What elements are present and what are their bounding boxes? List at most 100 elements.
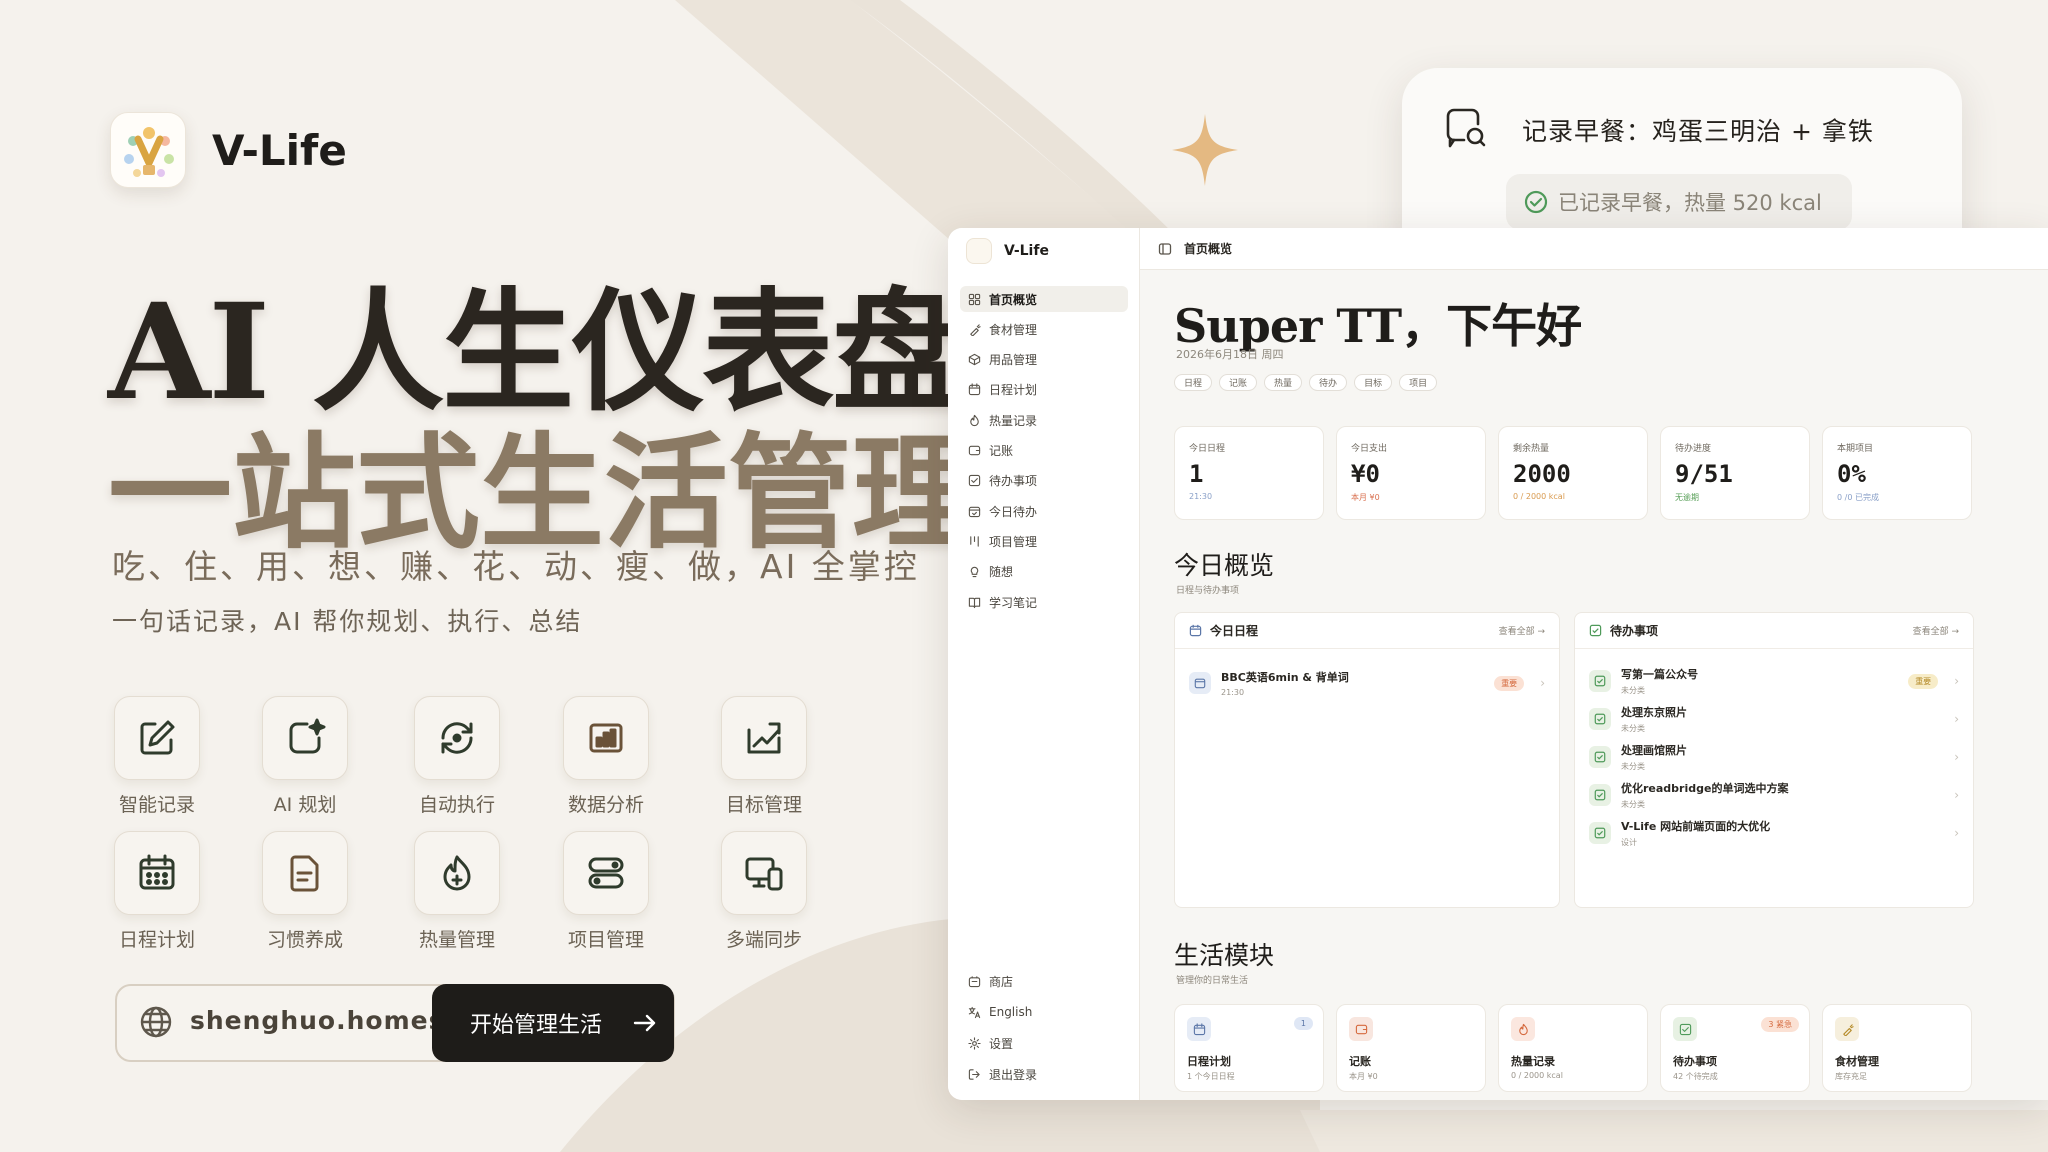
start-button[interactable]: 开始管理生活 [432,984,674,1062]
stat-value: ¥0 [1351,460,1380,488]
checkbox-icon[interactable] [1589,708,1611,730]
wallet-icon [968,445,981,456]
feature-label: 习惯养成 [266,929,343,951]
sidebar-item[interactable]: English [960,999,1128,1025]
sidebar-item[interactable]: 随想 [960,559,1128,585]
sidebar-toggle-icon[interactable] [1158,242,1172,256]
sidebar-item[interactable]: 日程计划 [960,377,1128,403]
flame-icon [970,414,979,426]
wallet-icon [1355,1024,1367,1034]
sidebar-item[interactable]: 用品管理 [960,347,1128,373]
sidebar-item-label: 待办事项 [989,474,1038,489]
todo-title: 处理东京照片 [1621,706,1687,719]
sidebar-item[interactable]: 今日待办 [960,498,1128,524]
feature-project: 项目管理 [536,831,676,952]
quick-tag[interactable]: 目标 [1354,374,1393,391]
module-title: 食材管理 [1835,1055,1879,1068]
view-all-link[interactable]: 查看全部 → [1913,624,1959,637]
website-url[interactable]: shenghuo.homes [190,1006,444,1035]
quick-tag[interactable]: 热量 [1264,374,1303,391]
sidebar-item[interactable]: 学习笔记 [960,589,1128,615]
hero-tagline: 一句话记录，AI 帮你规划、执行、总结 [112,607,583,636]
chevron-right-icon: › [1954,788,1959,802]
feature-label: 目标管理 [725,794,802,816]
sidebar-item-label: 学习笔记 [989,595,1038,610]
quick-tag[interactable]: 待办 [1309,374,1348,391]
start-button-label: 开始管理生活 [470,1013,603,1038]
feature-data-analysis: 数据分析 [536,696,676,817]
todo-item[interactable]: V-Life 网站前端页面的大优化 设计 › [1589,811,1959,855]
ai-sparkle-icon [262,696,348,780]
current-date: 2026年6月18日 周四 [1176,348,1284,361]
language-icon [968,1006,981,1018]
feature-label: AI 规划 [273,794,337,816]
auto-cycle-icon [414,696,500,780]
toggle-stack-icon [563,831,649,915]
target-chart-icon [721,696,807,780]
sidebar-item[interactable]: 项目管理 [960,528,1128,554]
stat-value: 0% [1837,460,1866,488]
stat-card[interactable]: 今日支出 ¥0 本月 ¥0 [1336,426,1486,520]
feature-label: 多端同步 [725,929,802,951]
flame-icon [414,831,500,915]
sidebar-item[interactable]: 首页概览 [960,286,1128,312]
checkbox-icon[interactable] [1589,784,1611,806]
sidebar-item[interactable]: 设置 [960,1030,1128,1056]
sidebar-item[interactable]: 待办事项 [960,468,1128,494]
todo-category: 设计 [1621,838,1637,847]
chevron-right-icon: › [1954,712,1959,726]
sidebar-item-label: 今日待办 [989,504,1038,519]
schedule-item[interactable]: BBC英语6min & 背单词 21:30 重要 › [1189,661,1545,705]
sidebar-item[interactable]: 食材管理 [960,316,1128,342]
stat-card[interactable]: 待办进度 9/51 无逾期 [1660,426,1810,520]
module-subtitle: 0 / 2000 kcal [1511,1071,1563,1080]
feature-ai-plan: AI 规划 [235,696,375,817]
sidebar-item-label: 首页概览 [989,292,1038,307]
app-window: V-Life 首页概览 食材管理 用品管理 日程计划 热量记录 记账 待办事项 今日待办 项目管… [948,228,2048,1100]
module-card[interactable]: 食材管理 库存充足 [1822,1004,1972,1092]
sidebar-item-label: 商店 [989,974,1014,989]
calendar-icon [1189,672,1211,694]
sidebar-item-label: 记账 [989,444,1014,458]
feature-label: 智能记录 [118,794,195,816]
sidebar-brand: V-Life [966,238,1049,264]
module-card[interactable]: 记账 本月 ¥0 [1336,1004,1486,1092]
schedule-item-time: 21:30 [1221,688,1245,697]
module-card[interactable]: 日程计划 1 个今日日程 1 [1174,1004,1324,1092]
sidebar-brand-name: V-Life [1004,243,1049,259]
stat-card[interactable]: 本期项目 0% 0 /0 已完成 [1822,426,1972,520]
book-icon [968,597,981,608]
grid-icon [968,293,981,305]
chevron-right-icon: › [1954,826,1959,840]
sidebar-item[interactable]: 热量记录 [960,407,1128,433]
modules-title: 生活模块 [1174,941,1275,970]
todo-category: 未分类 [1621,686,1645,695]
sidebar-item[interactable]: 商店 [960,968,1128,994]
carrot-icon [1842,1023,1854,1036]
devices-icon [721,831,807,915]
quick-tag[interactable]: 记账 [1219,374,1258,391]
module-subtitle: 42 个待完成 [1673,1072,1718,1081]
checkbox-icon[interactable] [1589,822,1611,844]
feature-calorie: 热量管理 [387,831,527,952]
module-card[interactable]: 热量记录 0 / 2000 kcal [1498,1004,1648,1092]
stat-note: 本月 ¥0 [1351,493,1380,502]
checkbox-icon[interactable] [1589,670,1611,692]
stat-value: 9/51 [1675,460,1733,488]
sidebar-item[interactable]: 退出登录 [960,1061,1128,1087]
view-all-link[interactable]: 查看全部 → [1499,624,1545,637]
module-card[interactable]: 待办事项 42 个待完成 3 紧急 [1660,1004,1810,1092]
checkbox-icon[interactable] [1589,746,1611,768]
sidebar-item[interactable]: 记账 [960,438,1128,464]
hero-subtitle: 吃、住、用、想、赚、花、动、瘦、做，AI 全掌控 [112,547,920,586]
check-circle-icon [1524,190,1548,214]
checkbox-icon [1589,624,1602,637]
quick-tag[interactable]: 项目 [1399,374,1438,391]
sidebar: V-Life 首页概览食材管理用品管理日程计划热量记录记账待办事项今日待办项目管… [948,228,1140,1100]
quick-tag[interactable]: 日程 [1174,374,1213,391]
sidebar-item-label: 食材管理 [989,322,1038,337]
stat-card[interactable]: 今日日程 1 21:30 [1174,426,1324,520]
sidebar-item-label: English [989,1005,1033,1019]
stat-card[interactable]: 剩余热量 2000 0 / 2000 kcal [1498,426,1648,520]
stat-value: 2000 [1513,460,1571,488]
